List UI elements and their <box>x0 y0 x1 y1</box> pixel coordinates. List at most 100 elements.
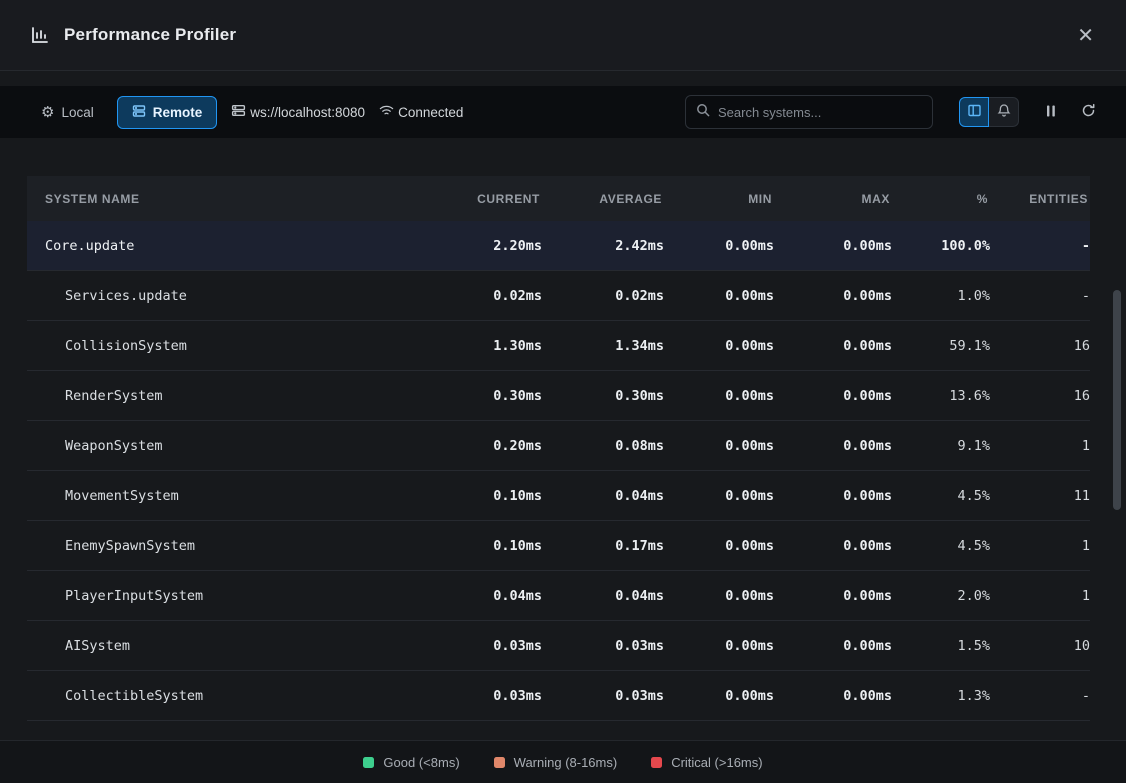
system-name-cell: CollisionSystem <box>27 338 430 354</box>
search-icon <box>696 103 710 122</box>
max-cell: 0.00ms <box>774 288 892 304</box>
vertical-scrollbar[interactable] <box>1112 288 1122 783</box>
table-row[interactable]: Services.update0.02ms0.02ms0.00ms0.00ms1… <box>27 271 1090 321</box>
pause-button[interactable] <box>1041 97 1061 127</box>
average-cell: 0.30ms <box>542 388 664 404</box>
percent-cell: 1.0% <box>892 288 990 304</box>
table-row[interactable]: RenderSystem0.30ms0.30ms0.00ms0.00ms13.6… <box>27 371 1090 421</box>
notifications-button[interactable] <box>989 97 1019 127</box>
percent-cell: 4.5% <box>892 488 990 504</box>
current-cell: 1.30ms <box>430 338 542 354</box>
refresh-button[interactable] <box>1077 97 1100 127</box>
local-mode-label: Local <box>61 105 93 120</box>
current-cell: 0.03ms <box>430 688 542 704</box>
entities-cell: 10 <box>990 638 1090 654</box>
legend-label-warning: Warning (8-16ms) <box>514 755 618 770</box>
title-bar: Performance Profiler ✕ <box>0 0 1126 71</box>
percent-cell: 1.3% <box>892 688 990 704</box>
average-cell: 0.17ms <box>542 538 664 554</box>
column-header-current[interactable]: CURRENT <box>430 192 542 206</box>
table-header-row: SYSTEM NAME CURRENT AVERAGE MIN MAX % EN… <box>27 176 1090 221</box>
bar-chart-icon <box>30 25 50 45</box>
average-cell: 1.34ms <box>542 338 664 354</box>
min-cell: 0.00ms <box>664 388 774 404</box>
gear-icon: ⚙ <box>41 105 54 120</box>
max-cell: 0.00ms <box>774 538 892 554</box>
system-name-cell: RenderSystem <box>27 388 430 404</box>
bell-icon <box>997 103 1011 121</box>
connection-mode-toggle: ⚙ Local Remote <box>26 96 217 129</box>
average-cell: 0.08ms <box>542 438 664 454</box>
entities-cell: - <box>990 238 1090 254</box>
legend-label-good: Good (<8ms) <box>383 755 459 770</box>
search-input[interactable] <box>718 105 922 120</box>
column-header-max[interactable]: MAX <box>774 192 892 206</box>
system-name-cell: CollectibleSystem <box>27 688 430 704</box>
column-header-system-name[interactable]: SYSTEM NAME <box>27 192 430 206</box>
server-icon <box>231 103 246 121</box>
max-cell: 0.00ms <box>774 488 892 504</box>
min-cell: 0.00ms <box>664 538 774 554</box>
max-cell: 0.00ms <box>774 638 892 654</box>
system-name-cell: PlayerInputSystem <box>27 588 430 604</box>
min-cell: 0.00ms <box>664 288 774 304</box>
ws-url-text: ws://localhost:8080 <box>250 105 365 120</box>
table-row[interactable]: PlayerInputSystem0.04ms0.04ms0.00ms0.00m… <box>27 571 1090 621</box>
table-view-icon <box>967 103 982 121</box>
column-header-percent[interactable]: % <box>892 192 990 206</box>
warning-swatch-icon <box>494 757 505 768</box>
min-cell: 0.00ms <box>664 438 774 454</box>
table-row[interactable]: EnemySpawnSystem0.10ms0.17ms0.00ms0.00ms… <box>27 521 1090 571</box>
max-cell: 0.00ms <box>774 338 892 354</box>
table-row[interactable]: CollectibleSystem0.03ms0.03ms0.00ms0.00m… <box>27 671 1090 721</box>
page-title: Performance Profiler <box>64 25 236 45</box>
connection-info: ws://localhost:8080 Connected <box>231 103 463 121</box>
table-row[interactable]: Core.update2.20ms2.42ms0.00ms0.00ms100.0… <box>27 221 1090 271</box>
max-cell: 0.00ms <box>774 238 892 254</box>
table-row[interactable]: AISystem0.03ms0.03ms0.00ms0.00ms1.5%10 <box>27 621 1090 671</box>
percent-cell: 59.1% <box>892 338 990 354</box>
average-cell: 2.42ms <box>542 238 664 254</box>
percent-cell: 13.6% <box>892 388 990 404</box>
column-header-average[interactable]: AVERAGE <box>542 192 664 206</box>
remote-mode-label: Remote <box>153 105 203 120</box>
average-cell: 0.04ms <box>542 588 664 604</box>
max-cell: 0.00ms <box>774 688 892 704</box>
legend-label-critical: Critical (>16ms) <box>671 755 762 770</box>
connection-status-text: Connected <box>398 105 463 120</box>
table-row[interactable]: WeaponSystem0.20ms0.08ms0.00ms0.00ms9.1%… <box>27 421 1090 471</box>
current-cell: 0.10ms <box>430 538 542 554</box>
current-cell: 0.10ms <box>430 488 542 504</box>
min-cell: 0.00ms <box>664 238 774 254</box>
min-cell: 0.00ms <box>664 688 774 704</box>
scrollbar-thumb[interactable] <box>1113 290 1121 510</box>
local-mode-button[interactable]: ⚙ Local <box>26 97 109 128</box>
system-name-cell: AISystem <box>27 638 430 654</box>
average-cell: 0.03ms <box>542 638 664 654</box>
average-cell: 0.04ms <box>542 488 664 504</box>
remote-mode-button[interactable]: Remote <box>117 96 218 129</box>
current-cell: 0.20ms <box>430 438 542 454</box>
current-cell: 0.30ms <box>430 388 542 404</box>
profiler-window: Performance Profiler ✕ ⚙ Local Remote <box>0 0 1126 783</box>
min-cell: 0.00ms <box>664 338 774 354</box>
close-icon[interactable]: ✕ <box>1071 19 1100 51</box>
column-header-entities[interactable]: ENTITIES <box>990 192 1090 206</box>
column-header-min[interactable]: MIN <box>664 192 774 206</box>
table-view-button[interactable] <box>959 97 989 127</box>
entities-cell: 11 <box>990 488 1090 504</box>
entities-cell: 1 <box>990 438 1090 454</box>
max-cell: 0.00ms <box>774 438 892 454</box>
entities-cell: 16 <box>990 388 1090 404</box>
table-row[interactable]: MovementSystem0.10ms0.04ms0.00ms0.00ms4.… <box>27 471 1090 521</box>
percent-cell: 2.0% <box>892 588 990 604</box>
entities-cell: 16 <box>990 338 1090 354</box>
current-cell: 0.04ms <box>430 588 542 604</box>
table-row[interactable]: CollisionSystem1.30ms1.34ms0.00ms0.00ms5… <box>27 321 1090 371</box>
status-legend: Good (<8ms) Warning (8-16ms) Critical (>… <box>0 740 1126 783</box>
entities-cell: - <box>990 688 1090 704</box>
average-cell: 0.02ms <box>542 288 664 304</box>
legend-item-warning: Warning (8-16ms) <box>494 755 618 770</box>
critical-swatch-icon <box>651 757 662 768</box>
main-content: SYSTEM NAME CURRENT AVERAGE MIN MAX % EN… <box>0 138 1126 783</box>
